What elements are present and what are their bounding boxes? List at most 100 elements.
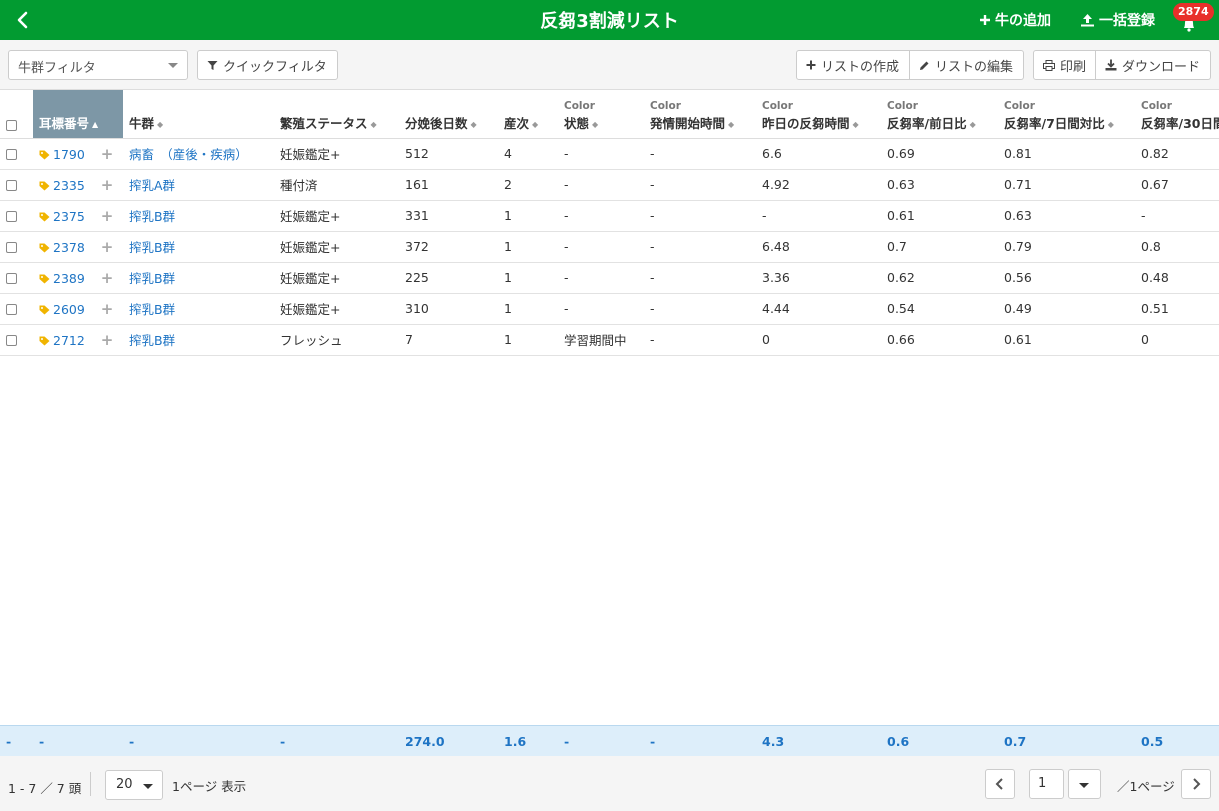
ear-tag-cell: 2609 + [33, 293, 123, 325]
ear-tag-link[interactable]: 2712 [53, 333, 85, 348]
column-header-rumination-30day[interactable]: Color反芻率/30日間対比◆ [1135, 90, 1219, 139]
rumination-prev-day-cell: 0.69 [881, 138, 998, 170]
column-header-rumination-prev-day[interactable]: Color 反芻率/前日比 ◆ [881, 90, 998, 139]
pencil-icon [920, 61, 929, 70]
condition-cell: - [558, 138, 644, 170]
herd-link[interactable]: 搾乳A群 [129, 178, 175, 193]
quick-filter-button[interactable]: クイックフィルタ [197, 50, 338, 80]
notification-badge[interactable]: 2874 [1173, 3, 1214, 21]
column-header-rumination-yesterday[interactable]: Color 昨日の反芻時間 ◆ [756, 90, 881, 139]
ear-tag-link[interactable]: 2609 [53, 302, 85, 317]
column-header-herd[interactable]: 牛群 ◆ [123, 90, 274, 139]
ear-tag-cell: 1790 + [33, 138, 123, 170]
row-select-cell [0, 138, 33, 170]
rumination-prev-day-cell: 0.54 [881, 293, 998, 325]
select-all-checkbox[interactable] [6, 119, 17, 131]
ear-tag-link[interactable]: 2375 [53, 209, 85, 224]
table-row[interactable]: 1790 + 病畜 （産後・疾病） 妊娠鑑定+ 512 4 - - 6.6 0.… [0, 138, 1219, 170]
herd-link[interactable]: 病畜 （産後・疾病） [129, 147, 248, 162]
row-checkbox[interactable] [6, 242, 17, 253]
table-row[interactable]: 2335 + 搾乳A群 種付済 161 2 - - 4.92 0.63 0.71… [0, 169, 1219, 201]
column-header-parity[interactable]: 産次 ◆ [498, 90, 558, 139]
printer-icon [1043, 59, 1055, 71]
cow-list-grid: 耳標番号 ▲ 牛群 ◆ 繁殖ステータス ◆ 分娩後日数 ◆ 産次 ◆ Color 状態 ◆ C… [0, 90, 1219, 725]
cow-table: 耳標番号 ▲ 牛群 ◆ 繁殖ステータス ◆ 分娩後日数 ◆ 産次 ◆ Color 状態 ◆ C… [0, 90, 1219, 356]
sort-icon: ◆ [592, 119, 599, 129]
add-cow-button[interactable]: 牛の追加 [979, 10, 1051, 30]
app-header: 反芻3割減リスト 牛の追加 一括登録 2874 [0, 0, 1219, 40]
download-button[interactable]: ダウンロード [1096, 50, 1211, 80]
ear-tag-link[interactable]: 1790 [53, 147, 85, 162]
summary-condition: - [564, 734, 570, 749]
sort-icon: ◆ [852, 119, 859, 129]
filter-icon [207, 60, 218, 70]
row-checkbox[interactable] [6, 211, 17, 222]
column-header-breeding-status[interactable]: 繁殖ステータス ◆ [274, 90, 399, 139]
rumination-7day-cell: 0.61 [998, 324, 1135, 356]
sort-icon: ◆ [728, 119, 735, 129]
breeding-status-cell: 妊娠鑑定+ [274, 138, 399, 170]
parity-cell: 1 [498, 293, 558, 325]
row-select-cell [0, 324, 33, 356]
row-checkbox[interactable] [6, 180, 17, 191]
ear-tag-link[interactable]: 2389 [53, 271, 85, 286]
table-row[interactable]: 2375 + 搾乳B群 妊娠鑑定+ 331 1 - - - 0.61 0.63 … [0, 200, 1219, 232]
edit-list-button[interactable]: リストの編集 [910, 50, 1024, 80]
herd-link[interactable]: 搾乳B群 [129, 240, 175, 255]
row-select-cell [0, 169, 33, 201]
plus-icon[interactable]: + [101, 145, 114, 163]
rumination-7day-cell: 0.49 [998, 293, 1135, 325]
plus-icon[interactable]: + [101, 207, 114, 225]
row-checkbox[interactable] [6, 335, 17, 346]
table-row[interactable]: 2378 + 搾乳B群 妊娠鑑定+ 372 1 - - 6.48 0.7 0.7… [0, 231, 1219, 263]
row-checkbox[interactable] [6, 304, 17, 315]
plus-icon [806, 60, 816, 70]
ear-tag-link[interactable]: 2335 [53, 178, 85, 193]
column-header-days-in-milk[interactable]: 分娩後日数 ◆ [399, 90, 498, 139]
herd-link[interactable]: 搾乳B群 [129, 302, 175, 317]
plus-icon[interactable]: + [101, 269, 114, 287]
divider [90, 772, 91, 796]
herd-link[interactable]: 搾乳B群 [129, 209, 175, 224]
table-row[interactable]: 2609 + 搾乳B群 妊娠鑑定+ 310 1 - - 4.44 0.54 0.… [0, 293, 1219, 325]
column-header-condition[interactable]: Color 状態 ◆ [558, 90, 644, 139]
row-checkbox[interactable] [6, 149, 17, 160]
estrus-start-cell: - [644, 231, 756, 263]
column-header-ear-tag[interactable]: 耳標番号 ▲ [33, 90, 123, 139]
herd-link[interactable]: 搾乳B群 [129, 271, 175, 286]
create-list-button[interactable]: リストの作成 [796, 50, 910, 80]
edit-list-label: リストの編集 [935, 59, 1014, 75]
herd-filter-select[interactable]: 牛群フィルタ [8, 50, 188, 80]
bulk-register-button[interactable]: 一括登録 [1080, 10, 1155, 30]
record-range: 1 - 7 ／ 7 頭 [8, 781, 82, 796]
column-header-estrus-start[interactable]: Color 発情開始時間 ◆ [644, 90, 756, 139]
herd-link[interactable]: 搾乳B群 [129, 333, 175, 348]
row-checkbox[interactable] [6, 273, 17, 284]
herd-cell: 搾乳B群 [123, 324, 274, 356]
quick-filter-label: クイックフィルタ [223, 59, 327, 75]
chevron-down-icon [168, 63, 178, 68]
rumination-30day-cell: 0.67 [1135, 169, 1219, 201]
page-size-select[interactable]: 20 [105, 770, 163, 800]
plus-icon[interactable]: + [101, 238, 114, 256]
ear-tag-link[interactable]: 2378 [53, 240, 85, 255]
table-row[interactable]: 2712 + 搾乳B群 フレッシュ 7 1 学習期間中 - 0 0.66 0.6… [0, 324, 1219, 356]
column-header-rumination-7day[interactable]: Color 反芻率/7日間対比 ◆ [998, 90, 1135, 139]
select-all-header [0, 90, 33, 139]
page-number-input[interactable]: 1 [1029, 769, 1064, 799]
chevron-down-icon [1079, 783, 1089, 788]
prev-page-button[interactable] [985, 769, 1015, 799]
plus-icon[interactable]: + [101, 300, 114, 318]
table-row[interactable]: 2389 + 搾乳B群 妊娠鑑定+ 225 1 - - 3.36 0.62 0.… [0, 262, 1219, 294]
rumination-7day-cell: 0.71 [998, 169, 1135, 201]
print-button[interactable]: 印刷 [1033, 50, 1096, 80]
page-select-dropdown[interactable] [1068, 769, 1101, 799]
estrus-start-cell: - [644, 200, 756, 232]
print-label: 印刷 [1060, 59, 1087, 75]
plus-icon[interactable]: + [101, 331, 114, 349]
plus-icon[interactable]: + [101, 176, 114, 194]
chevron-left-icon [995, 778, 1003, 790]
breeding-status-cell: フレッシュ [274, 324, 399, 356]
back-icon[interactable] [12, 9, 34, 31]
next-page-button[interactable] [1181, 769, 1211, 799]
